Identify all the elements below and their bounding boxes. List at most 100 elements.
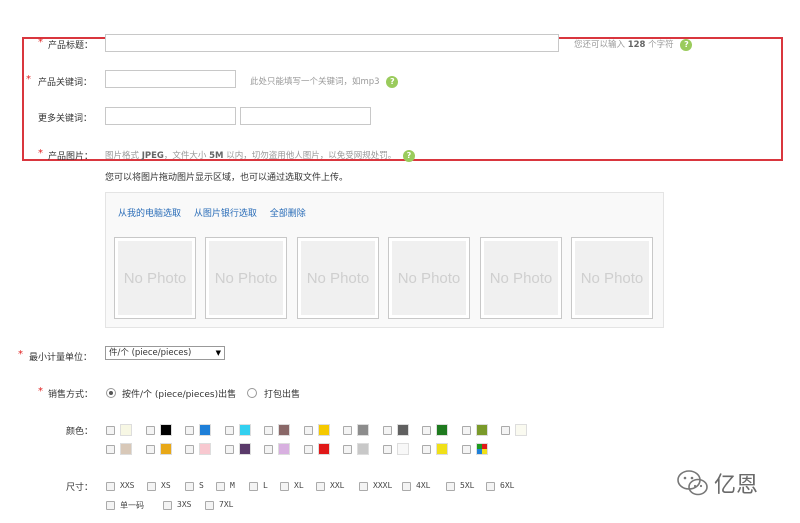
- min-unit-value: 件/个 (piece/pieces): [109, 348, 192, 358]
- size-option-label: 3XS: [177, 500, 192, 509]
- sale-by-pack-label[interactable]: 打包出售: [264, 387, 300, 400]
- color-swatch: [159, 424, 172, 436]
- color-swatch: [278, 443, 290, 455]
- product-keyword-label: 产品关键词：: [38, 78, 93, 88]
- color-checkbox[interactable]: [382, 445, 392, 454]
- size-checkbox[interactable]: [446, 482, 455, 491]
- color-swatch: [159, 443, 172, 455]
- size-option-label: 7XL: [219, 500, 234, 509]
- color-swatch: [396, 443, 409, 455]
- color-swatch: [357, 424, 369, 436]
- size-option-label: M: [230, 481, 235, 490]
- chevron-down-icon: ▼: [215, 349, 221, 357]
- keyword-hint: 此处只能填写一个关键词，如mp3 ?: [250, 75, 399, 88]
- photo-slot[interactable]: No Photo: [480, 237, 562, 319]
- size-checkbox[interactable]: [316, 482, 325, 491]
- upload-note: 您可以将图片拖动图片显示区域，也可以通过选取文件上传。: [105, 173, 349, 183]
- photo-slot[interactable]: No Photo: [571, 237, 653, 319]
- size-checkbox[interactable]: [147, 482, 156, 491]
- help-icon[interactable]: ?: [680, 38, 693, 51]
- size-option-label: L: [263, 481, 268, 490]
- color-checkbox[interactable]: [422, 445, 431, 454]
- color-swatch: [436, 443, 448, 455]
- color-label: 颜色：: [66, 427, 94, 437]
- color-checkbox[interactable]: [106, 445, 115, 454]
- size-option-label: XS: [161, 481, 171, 490]
- size-option-label: 单一码: [120, 501, 144, 510]
- color-checkbox[interactable]: [303, 426, 313, 435]
- min-unit-select[interactable]: 件/个 (piece/pieces) ▼: [105, 346, 225, 360]
- more-keyword-input-2[interactable]: [240, 107, 371, 125]
- product-title-label: 产品标题：: [48, 41, 94, 51]
- size-checkbox[interactable]: [163, 501, 172, 510]
- wechat-logo-icon: [677, 470, 708, 496]
- color-checkbox[interactable]: [106, 426, 115, 435]
- photo-slot[interactable]: No Photo: [297, 237, 379, 319]
- size-checkbox[interactable]: [106, 501, 115, 510]
- color-checkbox[interactable]: [224, 426, 234, 435]
- sale-method-label: 销售方式：: [48, 390, 94, 400]
- color-checkbox[interactable]: [343, 426, 352, 435]
- color-swatch: [436, 424, 448, 436]
- photo-placeholder: No Photo: [484, 241, 558, 315]
- color-swatch: [238, 424, 251, 436]
- color-swatch: [396, 424, 409, 436]
- watermark-text: 亿恩: [714, 473, 759, 498]
- more-keyword-input-1[interactable]: [105, 107, 236, 125]
- sale-by-piece-radio[interactable]: [106, 388, 116, 398]
- size-option-label: 5XL: [460, 481, 475, 490]
- product-title-input[interactable]: [105, 34, 559, 52]
- color-checkbox[interactable]: [264, 445, 273, 454]
- select-from-computer-link[interactable]: 从我的电脑选取: [118, 209, 181, 219]
- photo-slot[interactable]: No Photo: [388, 237, 470, 319]
- sale-by-piece-label[interactable]: 按件/个 (piece/pieces)出售: [122, 387, 236, 400]
- size-checkbox[interactable]: [359, 482, 368, 491]
- color-checkbox[interactable]: [145, 445, 155, 454]
- color-swatch: [278, 424, 290, 436]
- color-checkbox[interactable]: [382, 426, 392, 435]
- color-checkbox[interactable]: [185, 445, 194, 454]
- size-checkbox[interactable]: [280, 482, 289, 491]
- required-mark: *: [18, 349, 23, 360]
- color-checkbox[interactable]: [145, 426, 155, 435]
- size-checkbox[interactable]: [402, 482, 411, 491]
- size-checkbox[interactable]: [185, 482, 194, 491]
- color-checkbox[interactable]: [185, 426, 194, 435]
- color-checkbox[interactable]: [264, 426, 273, 435]
- size-checkbox[interactable]: [216, 482, 225, 491]
- color-swatch: [515, 424, 527, 436]
- size-checkbox[interactable]: [106, 482, 115, 491]
- size-option-label: S: [199, 481, 204, 490]
- photo-placeholder: No Photo: [301, 241, 375, 315]
- required-mark: *: [38, 386, 43, 397]
- product-keyword-input[interactable]: [105, 70, 236, 88]
- color-swatch: [199, 424, 211, 436]
- required-mark: *: [38, 37, 43, 48]
- title-char-hint: 您还可以输入 128 个字符 ?: [574, 38, 693, 51]
- sale-by-pack-radio[interactable]: [247, 388, 257, 398]
- color-checkbox[interactable]: [224, 445, 234, 454]
- color-checkbox[interactable]: [422, 426, 431, 435]
- color-checkbox[interactable]: [461, 426, 471, 435]
- photo-slot[interactable]: No Photo: [114, 237, 196, 319]
- delete-all-link[interactable]: 全部删除: [270, 209, 306, 219]
- photo-links: 从我的电脑选取 从图片银行选取 全部删除: [118, 206, 316, 219]
- color-checkbox[interactable]: [501, 426, 510, 435]
- size-label: 尺寸：: [66, 483, 94, 493]
- size-option-label: XXS: [120, 481, 135, 490]
- color-checkbox[interactable]: [303, 445, 313, 454]
- color-swatch: [238, 443, 251, 455]
- size-checkbox[interactable]: [486, 482, 495, 491]
- size-option-label: XXXL: [373, 481, 393, 490]
- photo-placeholder: No Photo: [392, 241, 466, 315]
- color-checkbox[interactable]: [461, 445, 471, 454]
- size-checkbox[interactable]: [205, 501, 214, 510]
- watermark: 亿恩: [676, 467, 758, 499]
- size-checkbox[interactable]: [249, 482, 258, 491]
- min-unit-label: 最小计量单位：: [29, 353, 93, 363]
- color-checkbox[interactable]: [343, 445, 352, 454]
- help-icon[interactable]: ?: [386, 75, 399, 88]
- help-icon[interactable]: ?: [402, 149, 415, 162]
- select-from-image-bank-link[interactable]: 从图片银行选取: [194, 209, 257, 219]
- photo-slot[interactable]: No Photo: [205, 237, 287, 319]
